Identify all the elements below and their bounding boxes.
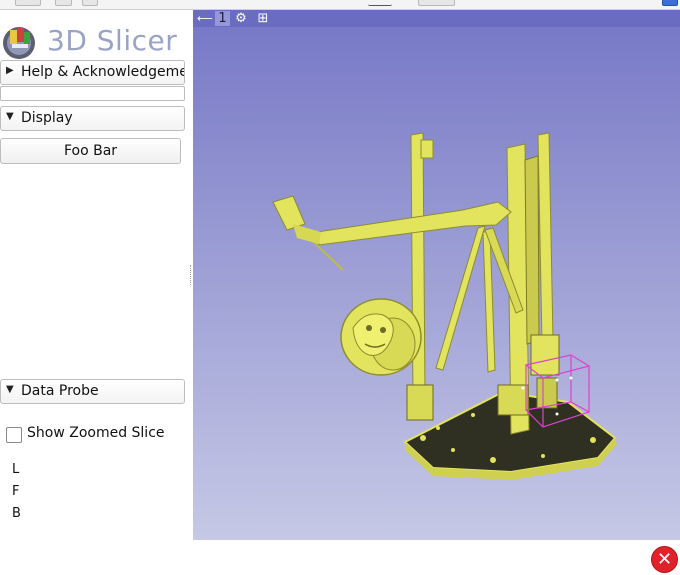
help-acknowledgement-section[interactable]: ▶ Help & Acknowledgeme bbox=[0, 60, 185, 85]
coord-l-label: L bbox=[12, 462, 20, 477]
3d-scene bbox=[272, 132, 617, 480]
toolbar-button[interactable] bbox=[55, 0, 72, 6]
close-icon[interactable]: ✕ bbox=[651, 546, 678, 573]
section-label: Data Probe bbox=[21, 383, 99, 399]
collapsed-arrow-icon: ▶ bbox=[6, 65, 14, 76]
checkbox-label: Show Zoomed Slice bbox=[27, 425, 165, 441]
display-section[interactable]: ▼ Display bbox=[0, 106, 185, 131]
toolbar-button[interactable] bbox=[418, 0, 455, 6]
top-toolbar bbox=[0, 0, 680, 10]
section-label: Display bbox=[21, 110, 73, 126]
3d-view[interactable]: ⟵ 1 ⚙ ⊞ bbox=[193, 10, 680, 540]
section-label: Help & Acknowledgeme bbox=[21, 64, 185, 80]
slicer-logo-icon bbox=[3, 27, 35, 59]
slicer-logo: 3D Slicer bbox=[0, 18, 190, 62]
help-content-box bbox=[0, 86, 185, 101]
show-zoomed-slice-checkbox[interactable] bbox=[6, 427, 22, 443]
toolbar-button[interactable] bbox=[662, 0, 678, 6]
coord-f-label: F bbox=[12, 484, 20, 499]
foo-bar-button[interactable]: Foo Bar bbox=[0, 138, 181, 164]
expanded-arrow-icon: ▼ bbox=[6, 111, 14, 122]
module-panel: 3D Slicer ▶ Help & Acknowledgeme ▼ Displ… bbox=[0, 10, 190, 575]
app-title: 3D Slicer bbox=[47, 24, 178, 57]
toolbar-button[interactable] bbox=[15, 0, 41, 6]
toolbar-button[interactable] bbox=[368, 0, 392, 6]
data-probe-section[interactable]: ▼ Data Probe bbox=[0, 379, 185, 404]
coord-b-label: B bbox=[12, 506, 21, 521]
toolbar-button[interactable] bbox=[82, 0, 98, 6]
expanded-arrow-icon: ▼ bbox=[6, 384, 14, 395]
